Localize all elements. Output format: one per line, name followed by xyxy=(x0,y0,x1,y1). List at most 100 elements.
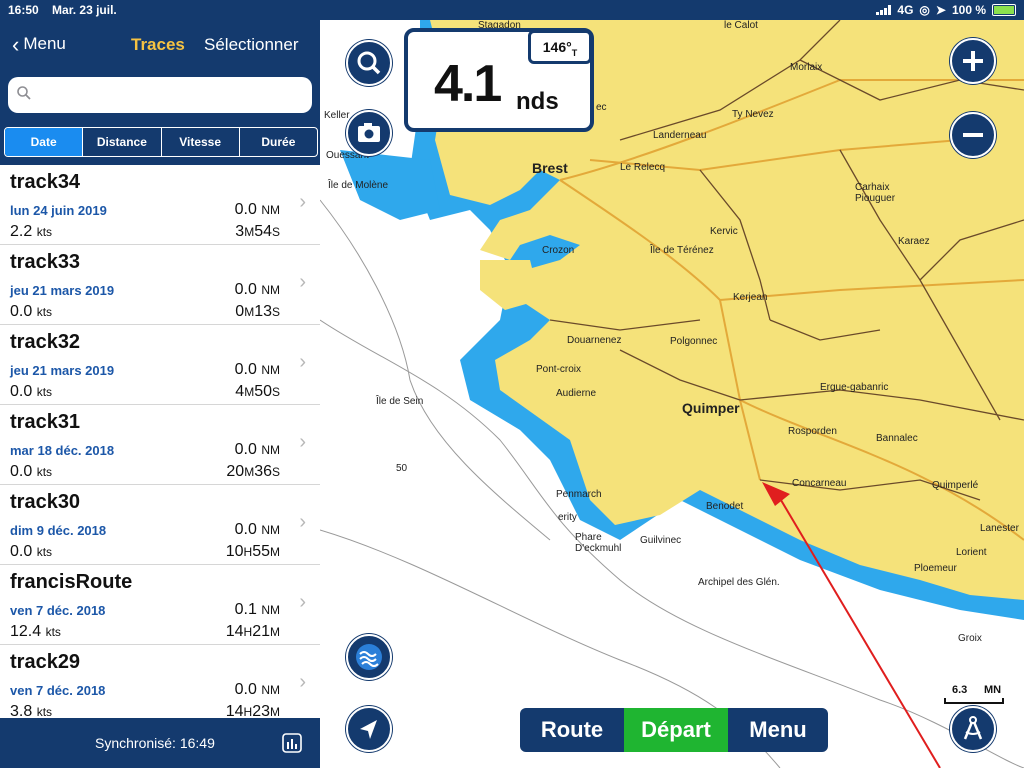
chevron-right-icon: › xyxy=(299,591,306,613)
track-speed: 0.0 kts xyxy=(10,543,53,560)
place-label: Ploemeur xyxy=(914,563,957,574)
zoom-in-button[interactable] xyxy=(950,38,996,84)
place-label: Polgonnec xyxy=(670,336,718,347)
place-label: Carhaix Piouguer xyxy=(855,182,896,204)
place-label: Kerjean xyxy=(733,292,768,303)
track-duration: 3M54S xyxy=(235,223,280,240)
track-distance: 0.0 NM xyxy=(234,281,280,298)
place-label: Archipel des Glén. xyxy=(698,577,780,588)
place-label: Phare D'eckmuhl xyxy=(575,532,622,554)
track-row[interactable]: track32 jeu 21 mars 2019 0.0 NM 0.0 kts … xyxy=(0,325,320,405)
track-duration: 4M50S xyxy=(235,383,280,400)
bottom-action-bar: Route Départ Menu xyxy=(520,708,828,752)
compass-button[interactable] xyxy=(950,706,996,752)
sort-tab-duration[interactable]: Durée xyxy=(240,128,317,156)
track-name: track34 xyxy=(10,171,81,193)
network-label: 4G xyxy=(897,3,914,17)
track-speed: 0.0 kts xyxy=(10,463,53,480)
search-bar[interactable] xyxy=(8,77,312,113)
track-row[interactable]: track30 dim 9 déc. 2018 0.0 NM 0.0 kts 1… xyxy=(0,485,320,565)
heading-display: 146°T xyxy=(528,30,592,64)
sort-tab-speed[interactable]: Vitesse xyxy=(162,128,240,156)
place-label: Île de Sein xyxy=(376,396,424,407)
speed-unit: nds xyxy=(516,88,559,115)
route-button[interactable]: Route xyxy=(520,708,624,752)
track-date: jeu 21 mars 2019 xyxy=(10,363,115,378)
page-title: Traces xyxy=(131,35,185,54)
back-button[interactable]: ‹ Menu xyxy=(12,33,66,55)
track-name: francisRoute xyxy=(10,571,133,593)
place-label: Le Relecq xyxy=(620,162,666,173)
chevron-right-icon: › xyxy=(299,351,306,373)
track-name: track31 xyxy=(10,411,81,433)
place-label: le Calot xyxy=(724,20,758,31)
back-label: Menu xyxy=(23,34,66,53)
compass-icon xyxy=(963,716,983,740)
track-duration: 14H21M xyxy=(225,623,280,640)
place-label: Landerneau xyxy=(653,130,707,141)
nautical-chart-map[interactable]: Brest Quimper Landerneau Ty Nevez Morlai… xyxy=(320,20,1024,768)
place-label: Crozon xyxy=(542,245,575,256)
place-label: Quimperlé xyxy=(932,480,979,491)
chevron-right-icon: › xyxy=(299,431,306,453)
place-label: Ergue-gabanric xyxy=(820,382,889,393)
scale-bar xyxy=(944,698,1004,704)
track-name: track33 xyxy=(10,251,81,273)
locate-button[interactable] xyxy=(346,706,392,752)
place-label: Penmarch xyxy=(556,489,602,500)
place-label: Kervic xyxy=(710,226,738,237)
track-duration: 14H23M xyxy=(225,703,280,718)
track-row[interactable]: track33 jeu 21 mars 2019 0.0 NM 0.0 kts … xyxy=(0,245,320,325)
menu-button[interactable]: Menu xyxy=(728,708,828,752)
place-label: Karaez xyxy=(898,236,930,247)
signal-icon xyxy=(876,5,892,15)
place-label: Île de Térénez xyxy=(650,245,714,256)
track-row[interactable]: track29 ven 7 déc. 2018 0.0 NM 3.8 kts 1… xyxy=(0,645,320,718)
sort-tab-date[interactable]: Date xyxy=(5,128,84,156)
track-speed: 0.0 kts xyxy=(10,303,53,320)
search-input[interactable] xyxy=(40,83,304,107)
place-label: Guilvinec xyxy=(640,535,682,546)
track-row[interactable]: track31 mar 18 déc. 2018 0.0 NM 0.0 kts … xyxy=(0,405,320,485)
zoom-out-button[interactable] xyxy=(950,112,996,158)
speed-display: 4.1 nds 146°T xyxy=(404,28,594,132)
camera-button[interactable] xyxy=(346,110,392,156)
search-map-button[interactable] xyxy=(346,40,392,86)
track-speed: 3.8 kts xyxy=(10,703,53,718)
sort-segmented-control: Date Distance Vitesse Durée xyxy=(4,127,318,157)
track-distance: 0.0 NM xyxy=(234,681,280,698)
place-label: Quimper xyxy=(682,400,740,416)
speed-value: 4.1 xyxy=(434,55,502,113)
weather-layer-button[interactable] xyxy=(346,634,392,680)
track-row[interactable]: francisRoute ven 7 déc. 2018 0.1 NM 12.4… xyxy=(0,565,320,645)
battery-icon xyxy=(992,4,1016,16)
place-label: Keller xyxy=(324,110,350,121)
track-date: lun 24 juin 2019 xyxy=(10,203,107,218)
place-label: Lanester xyxy=(980,523,1019,534)
sync-status: Synchronisé: 16:49 xyxy=(95,735,215,751)
place-label: Rosporden xyxy=(788,426,837,437)
bar-chart-icon[interactable] xyxy=(282,733,302,753)
place-label: erity xyxy=(558,512,577,523)
track-name: track30 xyxy=(10,491,81,513)
sort-tab-distance[interactable]: Distance xyxy=(83,128,162,156)
depart-button[interactable]: Départ xyxy=(624,708,728,752)
minus-icon xyxy=(963,133,983,137)
scale-unit: MN xyxy=(984,684,1002,696)
tracks-list: track34 lun 24 juin 2019 0.0 NM 2.2 kts … xyxy=(0,165,320,718)
track-duration: 20M36S xyxy=(226,463,280,480)
tracks-sidebar: ‹ Menu Traces Sélectionner Date Distance… xyxy=(0,20,320,768)
waves-icon xyxy=(356,644,382,670)
place-label: Concarneau xyxy=(792,478,847,489)
track-date: jeu 21 mars 2019 xyxy=(10,283,115,298)
place-label: Ty Nevez xyxy=(732,109,774,120)
place-label: Pont-croix xyxy=(536,364,582,375)
place-label: Audierne xyxy=(556,388,597,399)
track-row[interactable]: track34 lun 24 juin 2019 0.0 NM 2.2 kts … xyxy=(0,165,320,245)
place-label: Bannalec xyxy=(876,433,918,444)
track-name: track29 xyxy=(10,651,81,673)
select-button[interactable]: Sélectionner xyxy=(204,35,299,55)
track-distance: 0.0 NM xyxy=(234,441,280,458)
map-scale: 6.3 MN xyxy=(944,684,1004,704)
place-label: Douarnenez xyxy=(567,335,622,346)
